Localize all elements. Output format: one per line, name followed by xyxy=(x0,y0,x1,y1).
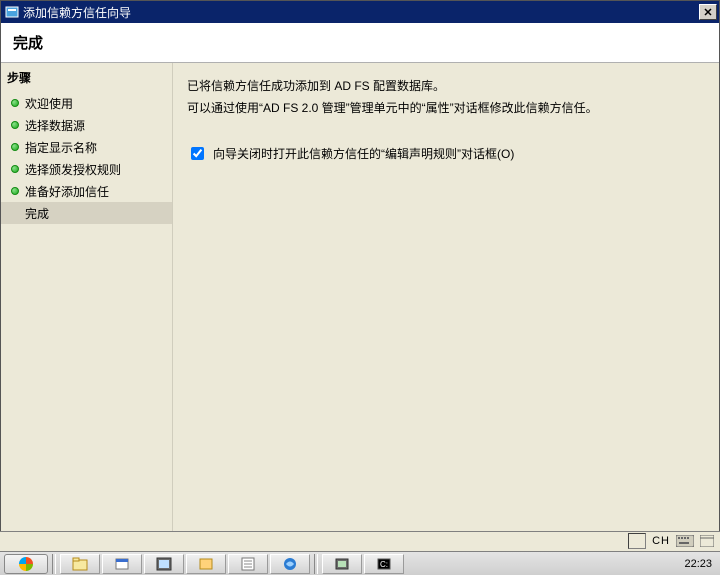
taskbar-separator xyxy=(52,554,56,574)
success-message-1: 已将信赖方信任成功添加到 AD FS 配置数据库。 xyxy=(187,77,703,95)
step-select-source[interactable]: 选择数据源 xyxy=(1,114,172,136)
bullet-icon xyxy=(11,99,19,107)
step-finish[interactable]: 完成 xyxy=(1,202,172,224)
status-bar xyxy=(0,531,720,551)
close-button[interactable]: ✕ xyxy=(699,4,717,20)
taskbar-item[interactable] xyxy=(228,554,268,574)
taskbar-item[interactable]: C: xyxy=(364,554,404,574)
step-authz-rules[interactable]: 选择颁发授权规则 xyxy=(1,158,172,180)
taskbar-item[interactable] xyxy=(102,554,142,574)
taskbar-item[interactable] xyxy=(60,554,100,574)
taskbar[interactable]: C: 22:23 xyxy=(0,551,720,575)
language-indicator[interactable]: CH xyxy=(652,535,670,547)
success-message-2: 可以通过使用“AD FS 2.0 管理”管理单元中的“属性”对话框修改此信赖方信… xyxy=(187,99,703,117)
open-claim-rules-label[interactable]: 向导关闭时打开此信赖方信任的“编辑声明规则”对话框(O) xyxy=(213,145,514,162)
taskbar-item[interactable] xyxy=(144,554,184,574)
taskbar-item[interactable] xyxy=(322,554,362,574)
language-tray: CH xyxy=(628,533,714,549)
bullet-icon xyxy=(11,121,19,129)
app-icon xyxy=(5,5,19,19)
open-claim-rules-checkbox[interactable] xyxy=(191,147,204,160)
bullet-icon xyxy=(11,143,19,151)
titlebar[interactable]: 添加信赖方信任向导 ✕ xyxy=(1,1,719,23)
start-button[interactable] xyxy=(4,554,48,574)
page-title: 完成 xyxy=(13,32,43,53)
keyboard-icon[interactable] xyxy=(676,535,694,547)
content-panel: 已将信赖方信任成功添加到 AD FS 配置数据库。 可以通过使用“AD FS 2… xyxy=(173,63,719,537)
svg-text:C:: C: xyxy=(380,560,388,569)
steps-sidebar: 步骤 欢迎使用 选择数据源 指定显示名称 选择颁发授权规则 准备好添加信任 完成 xyxy=(1,63,173,537)
sidebar-heading: 步骤 xyxy=(7,69,172,86)
bullet-icon xyxy=(11,165,19,173)
wizard-window: 添加信赖方信任向导 ✕ 完成 步骤 欢迎使用 选择数据源 指定显示名称 选择颁发… xyxy=(0,0,720,538)
tray-expand-icon[interactable] xyxy=(700,535,714,547)
taskbar-separator xyxy=(314,554,318,574)
banner: 完成 xyxy=(1,23,719,63)
step-display-name[interactable]: 指定显示名称 xyxy=(1,136,172,158)
taskbar-clock[interactable]: 22:23 xyxy=(684,558,716,570)
step-welcome[interactable]: 欢迎使用 xyxy=(1,92,172,114)
taskbar-item[interactable] xyxy=(270,554,310,574)
bullet-icon xyxy=(11,187,19,195)
window-title: 添加信赖方信任向导 xyxy=(23,4,699,21)
ime-frame-icon[interactable] xyxy=(628,533,646,549)
step-ready[interactable]: 准备好添加信任 xyxy=(1,180,172,202)
windows-logo-icon xyxy=(19,557,33,571)
taskbar-item[interactable] xyxy=(186,554,226,574)
